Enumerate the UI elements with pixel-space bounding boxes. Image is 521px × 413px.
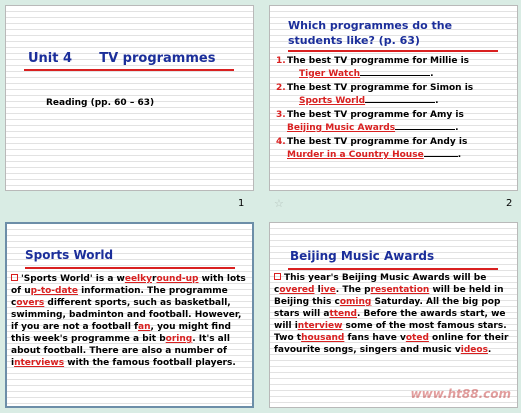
slide2-question-list: 1. The best TV programme for Millie is T… [276,55,516,163]
slide1-subtitle: Reading (pp. 60 – 63) [46,98,155,108]
list-item: 1. The best TV programme for Millie is T… [276,56,470,79]
answer-fill: oming [339,297,372,307]
slide-number-2: 2 [506,198,513,209]
slide-thumbnail-1[interactable]: Unit 4 TV programmes Reading (pp. 60 – 6… [5,5,254,191]
item-answer: Tiger Watch [299,69,361,79]
answer-fill: overs [16,298,45,308]
item-question: The best TV programme for Amy is [287,110,464,120]
slide1-title-unit: Unit 4 [28,51,73,66]
slide4-paragraph-text: This year's Beijing Music Awards will be… [274,273,508,355]
paragraph-text-segment: fans have v [344,333,406,343]
item-question: The best TV programme for Andy is [287,137,468,147]
answer-blank-line [423,148,458,157]
item-number: 1. [276,56,286,66]
slide-thumbnail-3[interactable]: Sports World 'Sports World' is a weelkyr… [5,222,254,408]
answer-fill: housand [301,333,345,343]
paragraph-text-segment: . [487,345,492,355]
item-answer: Beijing Music Awards [287,123,396,133]
answer-fill: an [138,322,151,332]
answer-blank-line [395,121,456,130]
item-number: 4. [276,137,286,147]
answer-fill: p-to-date [30,286,78,296]
paragraph-text-segment: . The p [335,285,371,295]
list-item: 4. The best TV programme for Andy is Mur… [276,137,468,160]
answer-fill: oted [405,333,429,343]
slide-transition-star-icon: ☆ [274,197,284,210]
slide-thumbnail-4[interactable]: Beijing Music Awards This year's Beijing… [269,222,518,408]
item-answer: Murder in a Country House [287,150,424,160]
list-item: 2. The best TV programme for Simon is Sp… [276,83,474,106]
slide3-paragraph-text: 'Sports World' is a weelkyround-up with … [11,274,246,368]
item-answer: Sports World [299,96,366,106]
list-item: 3. The best TV programme for Amy is Beij… [276,110,464,133]
answer-fill: resentation [370,285,430,295]
slide1-title: Unit 4 TV programmes [28,51,215,66]
answer-fill: ive [320,285,336,295]
slide4-title: Beijing Music Awards [290,249,435,263]
paragraph-text-segment: with the famous football players. [64,358,236,368]
slide4-title-underline [288,268,498,270]
answer-blank-line [360,67,431,76]
answer-fill: ideos [460,345,488,355]
answer-fill: nterview [297,321,343,331]
slide3-title: Sports World [25,248,114,262]
slide2-title-underline [288,50,498,52]
slide-number-1: 1 [238,198,245,209]
item-number: 3. [276,110,286,120]
item-question: The best TV programme for Millie is [287,56,470,66]
slide4-paragraph: This year's Beijing Music Awards will be… [274,272,514,356]
slide2-title: Which programmes do the students like? (… [288,19,453,47]
slide3-paragraph: 'Sports World' is a weelkyround-up with … [11,273,251,369]
slide3-title-underline [25,267,235,269]
answer-fill: ttend [329,309,357,319]
item-number: 2. [276,83,286,93]
answer-blank-line [365,94,436,103]
square-bullet-icon [11,274,18,281]
answer-fill: ound-up [156,274,199,284]
item-question: The best TV programme for Simon is [287,83,474,93]
slide-thumbnail-2[interactable]: Which programmes do the students like? (… [269,5,518,191]
answer-fill: nterviews [14,358,65,368]
watermark: www.ht88.com [410,387,511,401]
answer-fill: overed [279,285,315,295]
answer-fill: eelky [124,274,152,284]
answer-fill: oring [165,334,193,344]
slide1-title-underline [24,69,234,71]
square-bullet-icon [274,273,281,280]
paragraph-text-segment: 'Sports World' is a w [21,274,125,284]
slide1-title-topic: TV programmes [99,51,216,66]
